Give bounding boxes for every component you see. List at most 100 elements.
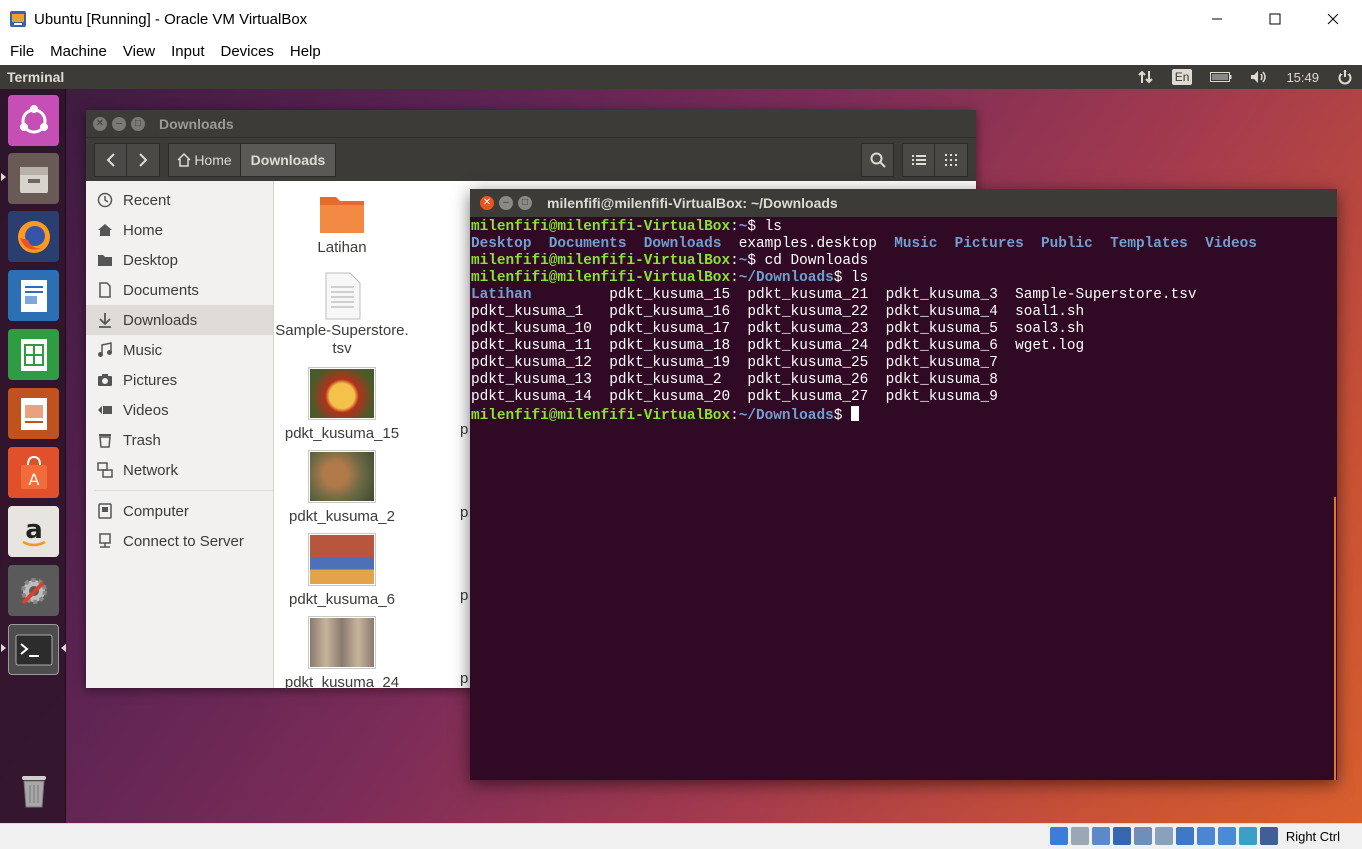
minimize-button[interactable] xyxy=(1188,0,1246,38)
list-view-button[interactable] xyxy=(902,142,935,177)
terminal-output[interactable]: milenfifi@milenfifi-VirtualBox:~$ ls Desk… xyxy=(470,217,1337,427)
libreoffice-calc-icon[interactable] xyxy=(8,329,59,380)
shared-folders-icon[interactable] xyxy=(1154,827,1173,845)
audio-icon[interactable] xyxy=(1091,827,1110,845)
partial-file-label: p xyxy=(460,421,469,438)
file-entry: pdkt_kusuma_3 xyxy=(885,287,1016,303)
file-item[interactable]: Latihan xyxy=(262,193,422,256)
minimize-icon[interactable]: – xyxy=(112,116,126,131)
file-item[interactable]: pdkt_kusuma_15 xyxy=(262,367,422,442)
terminal-line: pdkt_kusuma_14 pdkt_kusuma_20 pdkt_kusum… xyxy=(471,389,1336,406)
keyboard-capture-icon[interactable] xyxy=(1259,827,1278,845)
display-icon[interactable] xyxy=(1175,827,1194,845)
sidebar-item-network[interactable]: Network xyxy=(86,455,273,485)
clock[interactable]: 15:49 xyxy=(1286,70,1319,85)
terminal-line: pdkt_kusuma_13 pdkt_kusuma_2 pdkt_kusuma… xyxy=(471,372,1336,389)
sidebar-item-pictures[interactable]: Pictures xyxy=(86,365,273,395)
sidebar-item-videos[interactable]: Videos xyxy=(86,395,273,425)
amazon-icon[interactable]: a xyxy=(8,506,59,557)
close-icon[interactable]: ✕ xyxy=(93,116,107,131)
terminal-line: pdkt_kusuma_10 pdkt_kusuma_17 pdkt_kusum… xyxy=(471,321,1336,338)
file-item[interactable]: pdkt_kusuma_2 xyxy=(262,450,422,525)
sidebar-item-trash[interactable]: Trash xyxy=(86,425,273,455)
back-button[interactable] xyxy=(94,142,127,177)
hard-disk-icon[interactable] xyxy=(1049,827,1068,845)
maximize-button[interactable] xyxy=(1246,0,1304,38)
file-manager-toolbar: Home Downloads xyxy=(86,138,976,181)
power-icon[interactable] xyxy=(1337,69,1353,85)
terminal-line: pdkt_kusuma_11 pdkt_kusuma_18 pdkt_kusum… xyxy=(471,338,1336,355)
battery-icon[interactable] xyxy=(1210,71,1232,83)
menu-view[interactable]: View xyxy=(115,43,163,60)
system-settings-icon[interactable] xyxy=(8,565,59,616)
cpu-icon[interactable] xyxy=(1217,827,1236,845)
network-adapter-icon[interactable] xyxy=(1112,827,1131,845)
breadcrumb-home[interactable]: Home xyxy=(168,142,241,177)
terminal-scrollbar[interactable] xyxy=(1334,497,1336,780)
sidebar-item-music[interactable]: Music xyxy=(86,335,273,365)
trash-icon[interactable] xyxy=(8,764,59,815)
menu-devices[interactable]: Devices xyxy=(213,43,282,60)
terminal-title: milenfifi@milenfifi-VirtualBox: ~/Downlo… xyxy=(547,195,838,211)
network-transfer-icon[interactable] xyxy=(1138,69,1154,85)
menubar: File Machine View Input Devices Help xyxy=(0,38,1362,65)
file-item[interactable]: Sample-Superstore. tsv xyxy=(262,272,422,358)
file-entry: pdkt_kusuma_20 xyxy=(609,389,748,405)
maximize-icon[interactable]: □ xyxy=(131,116,145,131)
menu-file[interactable]: File xyxy=(2,43,42,60)
prompt-user: milenfifi@milenfifi-VirtualBox xyxy=(471,408,731,424)
menu-help[interactable]: Help xyxy=(282,43,329,60)
network-icon xyxy=(96,461,114,479)
close-button[interactable] xyxy=(1304,0,1362,38)
mouse-integration-icon[interactable] xyxy=(1238,827,1257,845)
software-center-icon[interactable]: A xyxy=(8,447,59,498)
text-file-icon xyxy=(325,272,361,320)
search-button[interactable] xyxy=(861,142,894,177)
image-thumbnail xyxy=(308,367,376,420)
prompt-user: milenfifi@milenfifi-VirtualBox xyxy=(471,219,731,235)
file-item[interactable]: pdkt_kusuma_6 xyxy=(262,533,422,608)
menu-input[interactable]: Input xyxy=(163,43,212,60)
file-entry: pdkt_kusuma_22 xyxy=(747,304,886,320)
keyboard-layout-indicator[interactable]: En xyxy=(1171,69,1193,85)
sidebar-item-home[interactable]: Home xyxy=(86,215,273,245)
ubuntu-dash-icon[interactable] xyxy=(8,95,59,146)
file-entry: pdkt_kusuma_26 xyxy=(747,372,886,388)
file-entry: pdkt_kusuma_2 xyxy=(609,372,748,388)
terminal-line: pdkt_kusuma_12 pdkt_kusuma_19 pdkt_kusum… xyxy=(471,355,1336,372)
volume-icon[interactable] xyxy=(1250,70,1268,84)
prompt-path: ~/Downloads xyxy=(738,270,834,286)
file-item[interactable]: pdkt_kusuma_24 xyxy=(262,616,422,691)
directory-entry: Pictures xyxy=(954,236,1041,252)
libreoffice-writer-icon[interactable] xyxy=(8,270,59,321)
file-entry: pdkt_kusuma_13 xyxy=(471,372,610,388)
files-icon[interactable] xyxy=(8,153,59,204)
file-entry: pdkt_kusuma_24 xyxy=(747,338,886,354)
usb-icon[interactable] xyxy=(1133,827,1152,845)
sidebar-item-computer[interactable]: Computer xyxy=(86,496,273,526)
video-icon xyxy=(96,401,114,419)
sidebar-item-documents[interactable]: Documents xyxy=(86,275,273,305)
sidebar-item-desktop[interactable]: Desktop xyxy=(86,245,273,275)
breadcrumb-downloads[interactable]: Downloads xyxy=(241,142,336,177)
optical-drive-icon[interactable] xyxy=(1070,827,1089,845)
close-icon[interactable]: ✕ xyxy=(480,196,494,210)
directory-entry: Latihan xyxy=(471,287,610,303)
minimize-icon[interactable]: – xyxy=(499,196,513,210)
terminal-icon[interactable] xyxy=(8,624,59,675)
sidebar-item-downloads[interactable]: Downloads xyxy=(86,305,273,335)
terminal-line: Desktop Documents Downloads examples.des… xyxy=(471,236,1336,253)
sidebar-item-recent[interactable]: Recent xyxy=(86,185,273,215)
terminal-window: ✕ – □ milenfifi@milenfifi-VirtualBox: ~/… xyxy=(470,189,1337,780)
maximize-icon[interactable]: □ xyxy=(518,196,532,210)
sidebar-item-connect-to-server[interactable]: Connect to Server xyxy=(86,526,273,556)
file-manager-titlebar: ✕ – □ Downloads xyxy=(86,110,976,138)
file-manager-title: Downloads xyxy=(159,115,234,132)
menu-machine[interactable]: Machine xyxy=(42,43,115,60)
firefox-icon[interactable] xyxy=(8,211,59,262)
libreoffice-impress-icon[interactable] xyxy=(8,388,59,439)
download-icon xyxy=(96,311,114,329)
grid-view-button[interactable] xyxy=(935,142,968,177)
forward-button[interactable] xyxy=(127,142,160,177)
video-capture-icon[interactable] xyxy=(1196,827,1215,845)
